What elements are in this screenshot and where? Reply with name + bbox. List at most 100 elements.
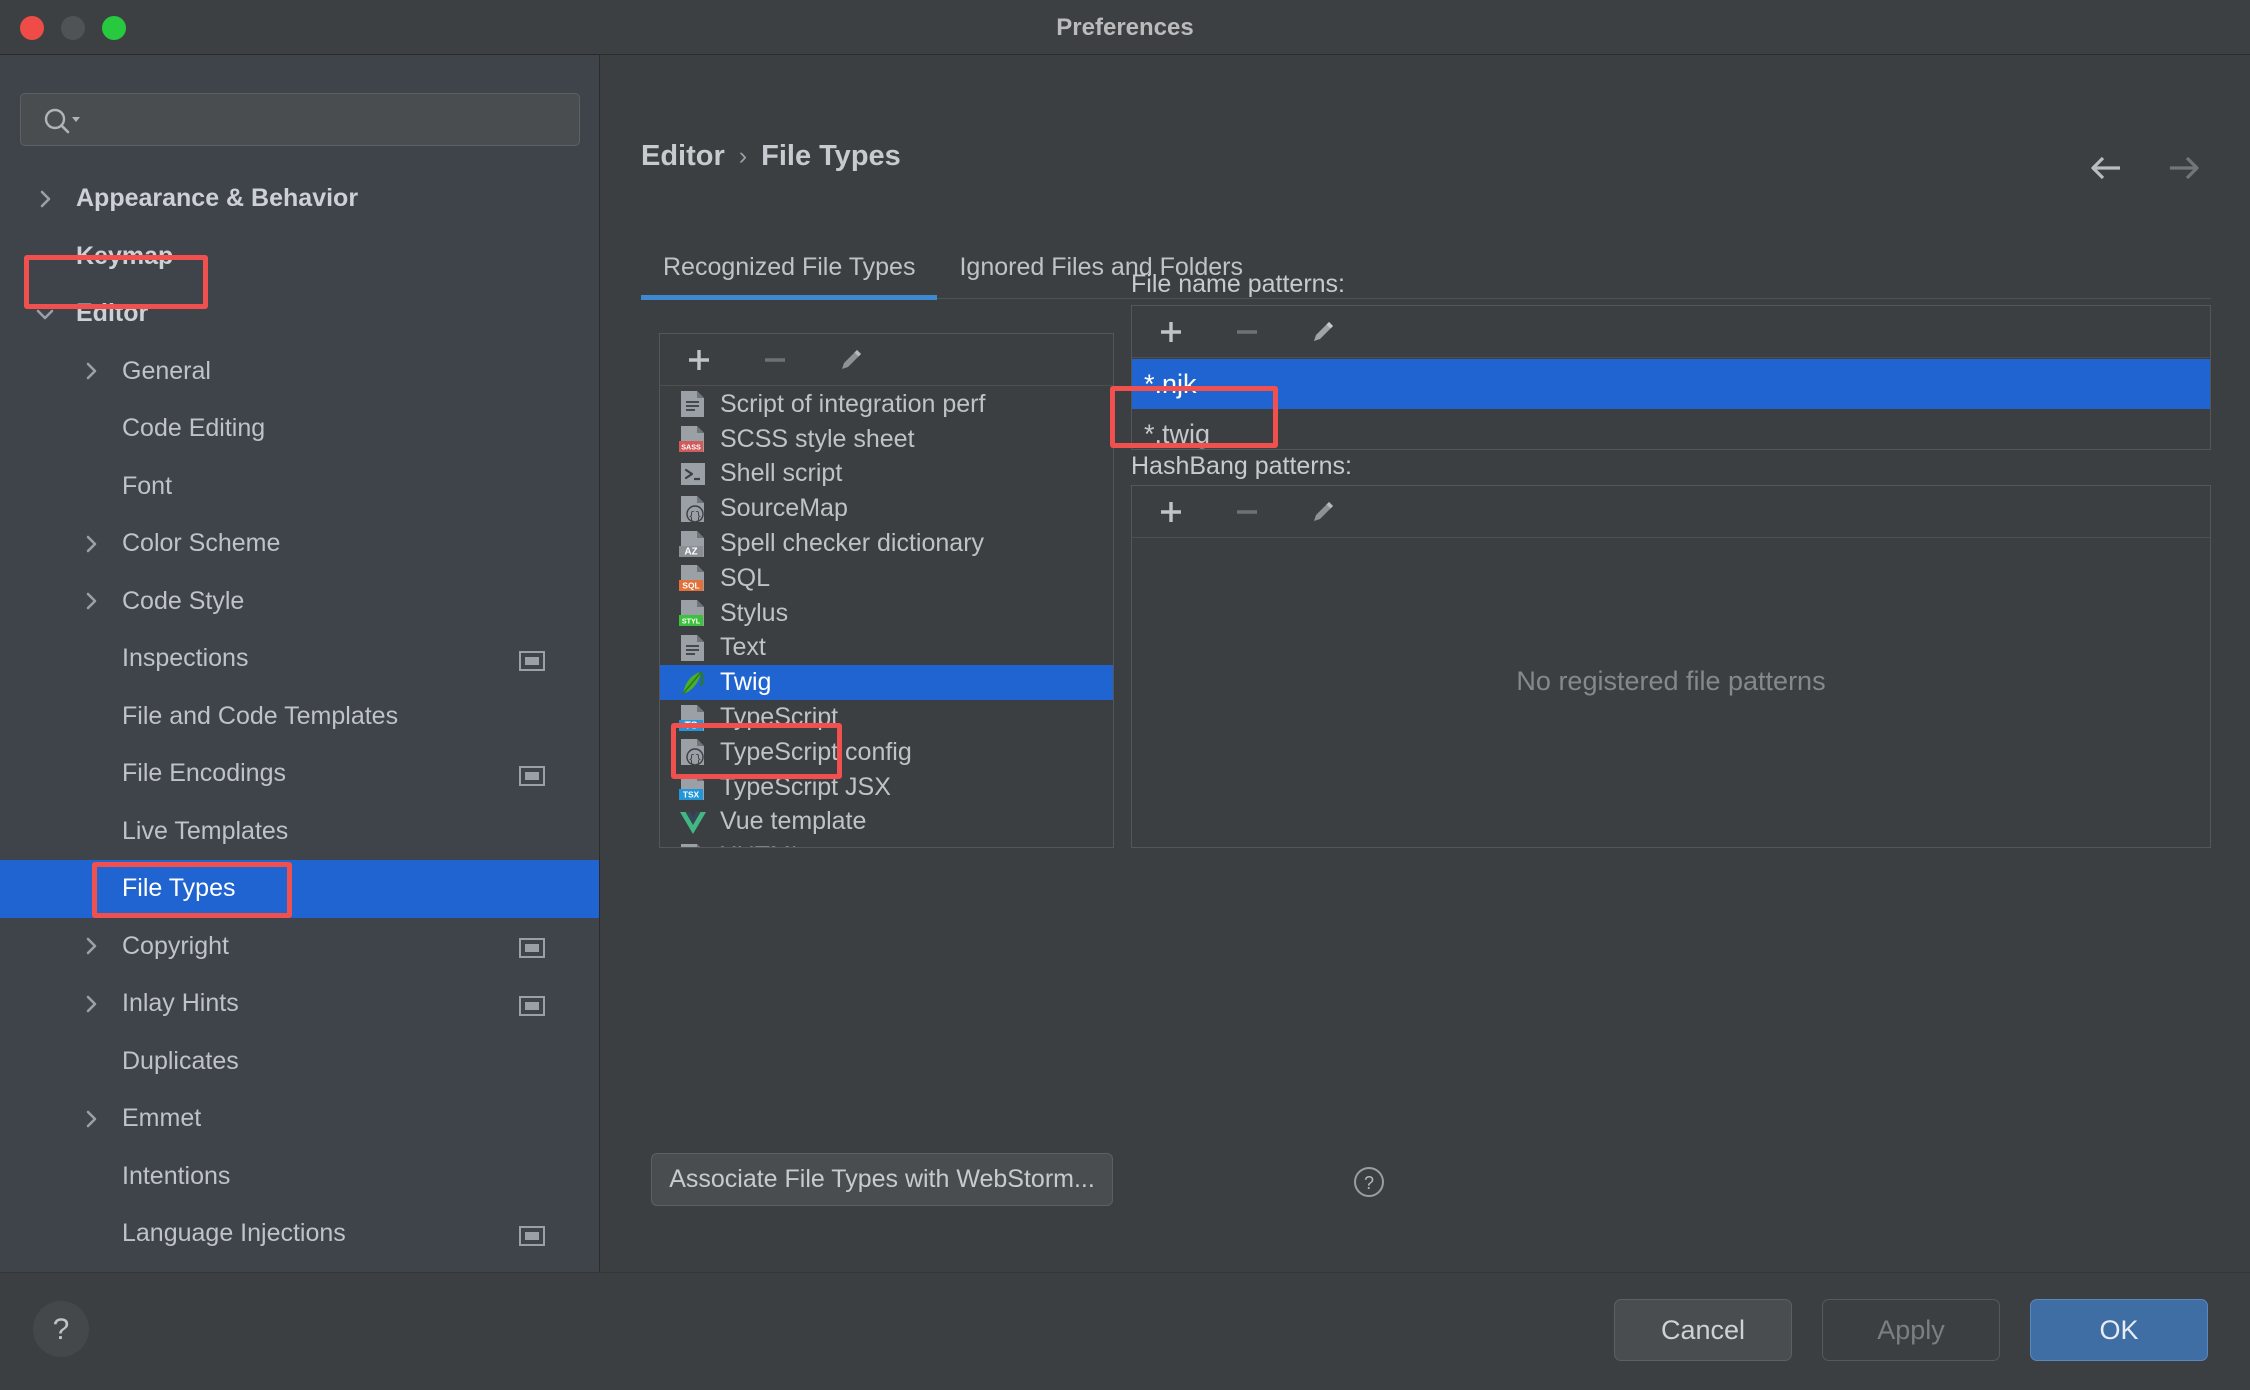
sidebar-item-live-templates[interactable]: Live Templates	[0, 803, 600, 861]
sidebar-item-editor[interactable]: Editor	[0, 285, 600, 343]
svg-text:?: ?	[53, 1313, 70, 1346]
sidebar-item-keymap[interactable]: Keymap	[0, 228, 600, 286]
apply-button[interactable]: Apply	[1822, 1299, 2000, 1361]
sidebar-item-label: General	[122, 357, 211, 386]
sidebar-item-file-types[interactable]: File Types	[0, 860, 600, 918]
preferences-window: Preferences Appearance & BehaviorKeymapE…	[0, 0, 2250, 1390]
project-scope-badge-icon	[519, 994, 545, 1014]
search-box[interactable]	[20, 93, 580, 146]
sidebar-item-code-editing[interactable]: Code Editing	[0, 400, 600, 458]
file-type-row-stylus[interactable]: STYLStylus	[660, 596, 1113, 631]
file-type-row-text[interactable]: Text	[660, 631, 1113, 666]
remove-pattern-button[interactable]	[1230, 315, 1264, 349]
edit-file-type-button[interactable]	[834, 343, 868, 377]
file-name-patterns-list[interactable]: *.njk*.twig	[1132, 359, 2210, 459]
file-type-label: TypeScript	[720, 703, 838, 732]
sidebar-item-font[interactable]: Font	[0, 458, 600, 516]
tab-recognized-file-types[interactable]: Recognized File Types	[641, 241, 937, 299]
twig-leaf-icon	[678, 668, 708, 698]
hashbang-empty-message: No registered file patterns	[1132, 666, 2210, 697]
chevron-right-icon[interactable]	[78, 1106, 104, 1132]
file-type-row-shell-script[interactable]: Shell script	[660, 457, 1113, 492]
file-type-row-spell-checker-dictionary[interactable]: AZSpell checker dictionary	[660, 526, 1113, 561]
chevron-down-icon[interactable]	[32, 301, 58, 327]
file-type-row-sourcemap[interactable]: {} SourceMap	[660, 491, 1113, 526]
add-hashbang-button[interactable]	[1154, 495, 1188, 529]
svg-text:SQL: SQL	[682, 581, 699, 591]
sidebar-item-file-and-code-templates[interactable]: File and Code Templates	[0, 688, 600, 746]
sidebar-item-appearance-behavior[interactable]: Appearance & Behavior	[0, 170, 600, 228]
project-scope-badge-icon	[519, 936, 545, 956]
chevron-right-icon[interactable]	[78, 933, 104, 959]
chevron-right-icon[interactable]	[32, 186, 58, 212]
remove-file-type-button[interactable]	[758, 343, 792, 377]
sidebar-item-intentions[interactable]: Intentions	[0, 1148, 600, 1206]
chevron-right-icon[interactable]	[78, 358, 104, 384]
file-type-row-script-of-integration-perf[interactable]: Script of integration perf	[660, 387, 1113, 422]
hashbang-patterns-label: HashBang patterns:	[1131, 452, 1352, 481]
file-name-patterns-toolbar	[1132, 306, 2210, 358]
pattern-row-njk[interactable]: *.njk	[1132, 359, 2210, 409]
chevron-right-icon[interactable]	[78, 531, 104, 557]
shell-icon	[678, 459, 708, 489]
apply-button-label: Apply	[1877, 1315, 1945, 1346]
text-file-icon	[678, 633, 708, 663]
sidebar-item-label: Live Templates	[122, 817, 288, 846]
sidebar-item-label: File and Code Templates	[122, 702, 398, 731]
chevron-right-icon[interactable]	[78, 991, 104, 1017]
sidebar-item-file-encodings[interactable]: File Encodings	[0, 745, 600, 803]
file-type-row-vue-template[interactable]: Vue template	[660, 805, 1113, 840]
cancel-button[interactable]: Cancel	[1614, 1299, 1792, 1361]
chevron-right-icon[interactable]	[78, 588, 104, 614]
remove-hashbang-button[interactable]	[1230, 495, 1264, 529]
edit-pattern-button[interactable]	[1306, 315, 1340, 349]
add-file-type-button[interactable]	[682, 343, 716, 377]
window-title: Preferences	[0, 0, 2250, 55]
sidebar-item-inlay-hints[interactable]: Inlay Hints	[0, 975, 600, 1033]
svg-text:{}: {}	[688, 511, 701, 523]
file-types-list[interactable]: Script of integration perfSASSSCSS style…	[660, 387, 1113, 847]
sidebar-item-duplicates[interactable]: Duplicates	[0, 1033, 600, 1091]
file-type-label: SourceMap	[720, 494, 848, 523]
sidebar-item-copyright[interactable]: Copyright	[0, 918, 600, 976]
project-scope-badge-icon	[519, 1224, 545, 1244]
sidebar-item-label: Inspections	[122, 644, 248, 673]
associate-help-icon[interactable]: ?	[1352, 1165, 1382, 1195]
file-type-row-twig[interactable]: Twig	[660, 665, 1113, 700]
sidebar-item-general[interactable]: General	[0, 343, 600, 401]
edit-hashbang-button[interactable]	[1306, 495, 1340, 529]
breadcrumb-root[interactable]: Editor	[641, 140, 725, 173]
file-type-row-xhtml[interactable]: HXHTML	[660, 839, 1113, 847]
arrow-right-icon[interactable]	[2166, 153, 2202, 183]
sidebar-item-language-injections[interactable]: Language Injections	[0, 1205, 600, 1263]
sidebar-item-emmet[interactable]: Emmet	[0, 1090, 600, 1148]
file-type-row-scss-style-sheet[interactable]: SASSSCSS style sheet	[660, 422, 1113, 457]
sidebar-item-inspections[interactable]: Inspections	[0, 630, 600, 688]
ok-button[interactable]: OK	[2030, 1299, 2208, 1361]
svg-text:{}: {}	[688, 754, 701, 766]
add-pattern-button[interactable]	[1154, 315, 1188, 349]
associate-file-types-button[interactable]: Associate File Types with WebStorm...	[651, 1153, 1113, 1206]
svg-text:SASS: SASS	[681, 443, 701, 452]
file-type-row-typescript-jsx[interactable]: TSXTypeScript JSX	[660, 770, 1113, 805]
ok-button-label: OK	[2099, 1315, 2138, 1346]
file-type-label: Stylus	[720, 599, 788, 628]
project-scope-badge-icon	[519, 764, 545, 784]
sidebar-item-label: Intentions	[122, 1162, 230, 1191]
sidebar-item-code-style[interactable]: Code Style	[0, 573, 600, 631]
file-type-label: Spell checker dictionary	[720, 529, 984, 558]
project-scope-badge-icon	[519, 649, 545, 669]
file-type-row-typescript[interactable]: TSTypeScript	[660, 700, 1113, 735]
cancel-button-label: Cancel	[1661, 1315, 1745, 1346]
sidebar-item-label: Code Editing	[122, 414, 265, 443]
file-type-row-typescript-config[interactable]: {}TypeScript config	[660, 735, 1113, 770]
file-badge-icon: H	[678, 842, 708, 847]
svg-text:?: ?	[1364, 1173, 1374, 1193]
file-type-row-sql[interactable]: SQLSQL	[660, 561, 1113, 596]
sidebar-item-label: Inlay Hints	[122, 989, 239, 1018]
search-input[interactable]	[93, 94, 567, 147]
tab-label: Recognized File Types	[663, 253, 915, 281]
arrow-left-icon[interactable]	[2088, 153, 2124, 183]
sidebar-item-color-scheme[interactable]: Color Scheme	[0, 515, 600, 573]
help-button[interactable]: ?	[33, 1301, 89, 1357]
